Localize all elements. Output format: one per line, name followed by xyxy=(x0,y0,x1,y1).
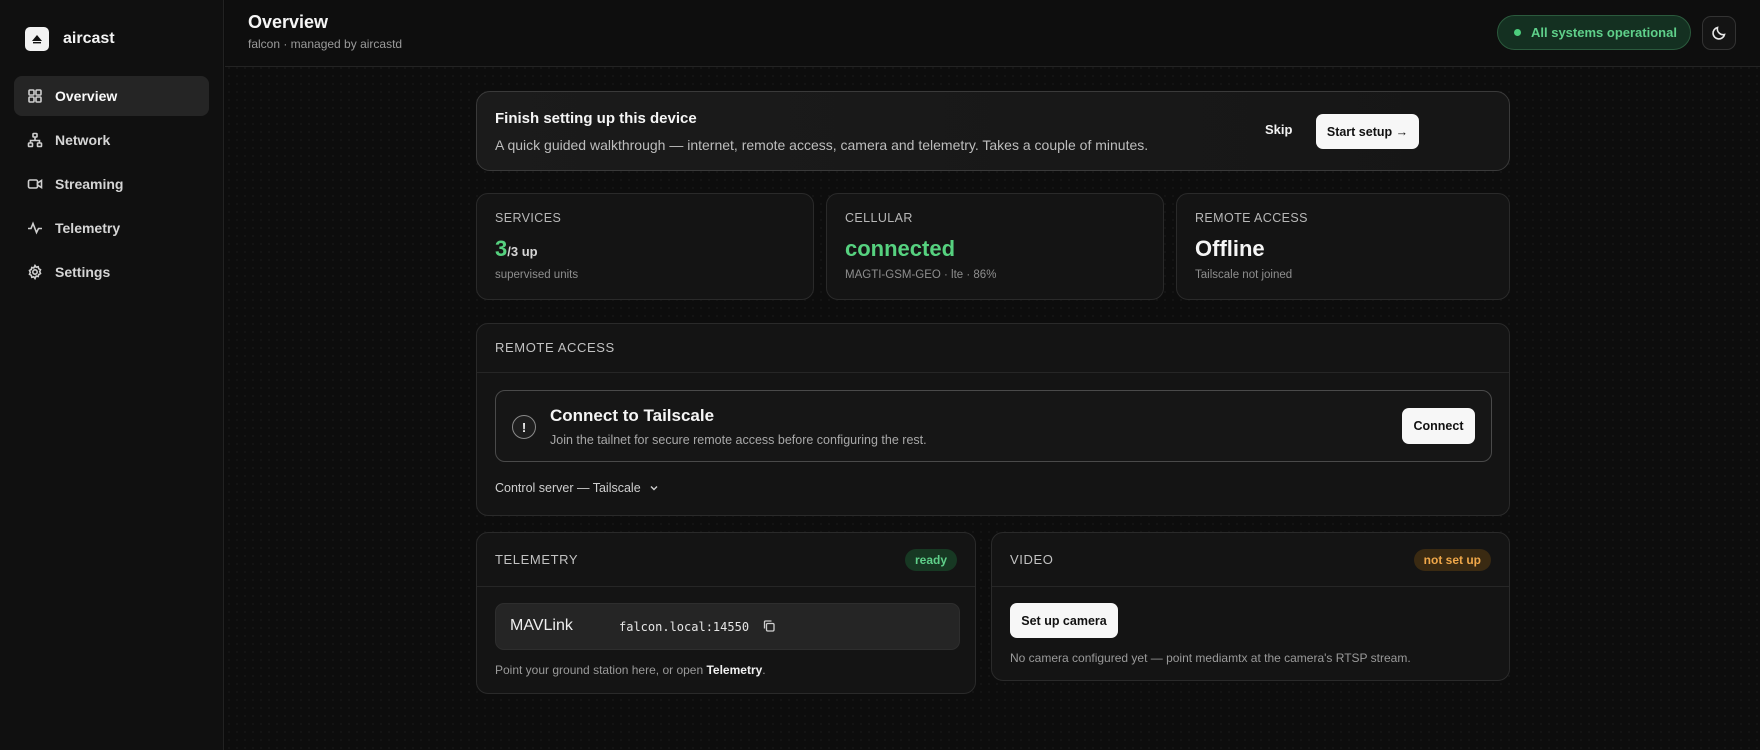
sidebar-item-label: Settings xyxy=(55,264,111,280)
setup-title: Finish setting up this device xyxy=(495,110,697,127)
skip-button[interactable]: Skip xyxy=(1265,122,1292,137)
page-subtitle: falcon · managed by aircastd xyxy=(248,37,403,51)
divider xyxy=(477,586,975,587)
sidebar-item-label: Overview xyxy=(55,88,118,104)
hint-suffix: . xyxy=(762,663,766,677)
alert-title: Connect to Tailscale xyxy=(550,406,715,425)
stat-value: Offline xyxy=(1195,236,1265,261)
telemetry-status-badge: ready xyxy=(904,549,957,571)
theme-toggle-button[interactable] xyxy=(1702,16,1736,50)
set-up-camera-button[interactable]: Set up camera xyxy=(1010,603,1118,638)
warning-icon: ! xyxy=(512,415,536,439)
stat-value: 3/3 up xyxy=(495,236,538,262)
telemetry-panel: TELEMETRY ready MAVLink falcon.local:145… xyxy=(476,532,976,694)
sidebar-item-telemetry[interactable]: Telemetry xyxy=(14,208,209,248)
control-server-dropdown[interactable]: Control server — Tailscale xyxy=(495,481,659,495)
setup-description: A quick guided walkthrough — internet, r… xyxy=(495,137,1149,153)
video-icon xyxy=(27,179,43,189)
video-panel: VIDEO not set up Set up camera No camera… xyxy=(991,532,1510,681)
alert-description: Join the tailnet for secure remote acces… xyxy=(550,433,927,447)
stat-label: REMOTE ACCESS xyxy=(1195,211,1308,225)
telemetry-link[interactable]: Telemetry xyxy=(706,663,762,677)
aircast-logo-icon xyxy=(25,27,49,51)
sidebar-item-label: Telemetry xyxy=(55,220,121,236)
main-area: Overview falcon · managed by aircastd Al… xyxy=(225,0,1760,750)
start-setup-button[interactable]: Start setup → xyxy=(1316,114,1419,149)
stat-sub: supervised units xyxy=(495,269,579,281)
stat-value: connected xyxy=(845,236,956,261)
telemetry-hint: Point your ground station here, or open … xyxy=(495,663,766,677)
video-hint: No camera configured yet — point mediamt… xyxy=(1010,651,1411,665)
app-name: aircast xyxy=(63,30,115,47)
services-stat-card: SERVICES 3/3 up supervised units xyxy=(476,193,814,300)
setup-banner: Finish setting up this device A quick gu… xyxy=(476,91,1510,171)
tailscale-alert: ! Connect to Tailscale Join the tailnet … xyxy=(495,390,1492,462)
system-status-badge[interactable]: All systems operational xyxy=(1497,15,1691,50)
mavlink-endpoint-row: MAVLink falcon.local:14550 xyxy=(495,603,960,650)
section-label: VIDEO xyxy=(1010,552,1054,567)
sidebar-item-overview[interactable]: Overview xyxy=(14,76,209,116)
sidebar-item-label: Streaming xyxy=(55,176,124,192)
video-status-badge: not set up xyxy=(1413,549,1491,571)
gear-icon xyxy=(28,264,42,280)
brand[interactable]: aircast xyxy=(25,27,115,51)
stat-sub: MAGTI-GSM-GEO · lte · 86% xyxy=(845,269,997,281)
connect-button[interactable]: Connect xyxy=(1402,408,1475,444)
chevron-down-icon xyxy=(650,486,658,491)
stat-label: CELLULAR xyxy=(845,211,913,225)
copy-icon[interactable] xyxy=(762,619,776,633)
sidebar-item-settings[interactable]: Settings xyxy=(14,252,209,292)
topbar: Overview falcon · managed by aircastd Al… xyxy=(225,0,1760,67)
sidebar-item-network[interactable]: Network xyxy=(14,120,209,160)
sidebar: aircast Overview Network Streaming Telem… xyxy=(0,0,224,750)
network-icon xyxy=(27,132,43,148)
system-status-text: All systems operational xyxy=(1531,25,1677,40)
status-dot-icon xyxy=(1514,29,1521,36)
services-up-count: 3 xyxy=(495,236,508,261)
section-label: TELEMETRY xyxy=(495,552,579,567)
moon-icon xyxy=(1712,26,1726,40)
stat-sub: Tailscale not joined xyxy=(1195,269,1293,281)
page-title: Overview xyxy=(248,12,329,32)
stat-label: SERVICES xyxy=(495,211,562,225)
endpoint-address: falcon.local:14550 xyxy=(619,620,750,634)
hint-text: Point your ground station here, or open xyxy=(495,663,707,677)
remote-access-stat-card: REMOTE ACCESS Offline Tailscale not join… xyxy=(1176,193,1510,300)
sidebar-nav: Overview Network Streaming Telemetry Set… xyxy=(14,76,209,296)
divider xyxy=(477,372,1509,373)
control-server-label: Control server — Tailscale xyxy=(495,481,641,495)
section-label: REMOTE ACCESS xyxy=(495,340,615,355)
divider xyxy=(992,586,1509,587)
cellular-stat-card: CELLULAR connected MAGTI-GSM-GEO · lte ·… xyxy=(826,193,1164,300)
grid-icon xyxy=(28,89,42,103)
services-total: /3 up xyxy=(507,244,538,259)
activity-icon xyxy=(28,221,42,235)
remote-access-panel: REMOTE ACCESS ! Connect to Tailscale Joi… xyxy=(476,323,1510,516)
sidebar-item-streaming[interactable]: Streaming xyxy=(14,164,209,204)
protocol-label: MAVLink xyxy=(510,617,573,634)
sidebar-item-label: Network xyxy=(55,132,111,148)
